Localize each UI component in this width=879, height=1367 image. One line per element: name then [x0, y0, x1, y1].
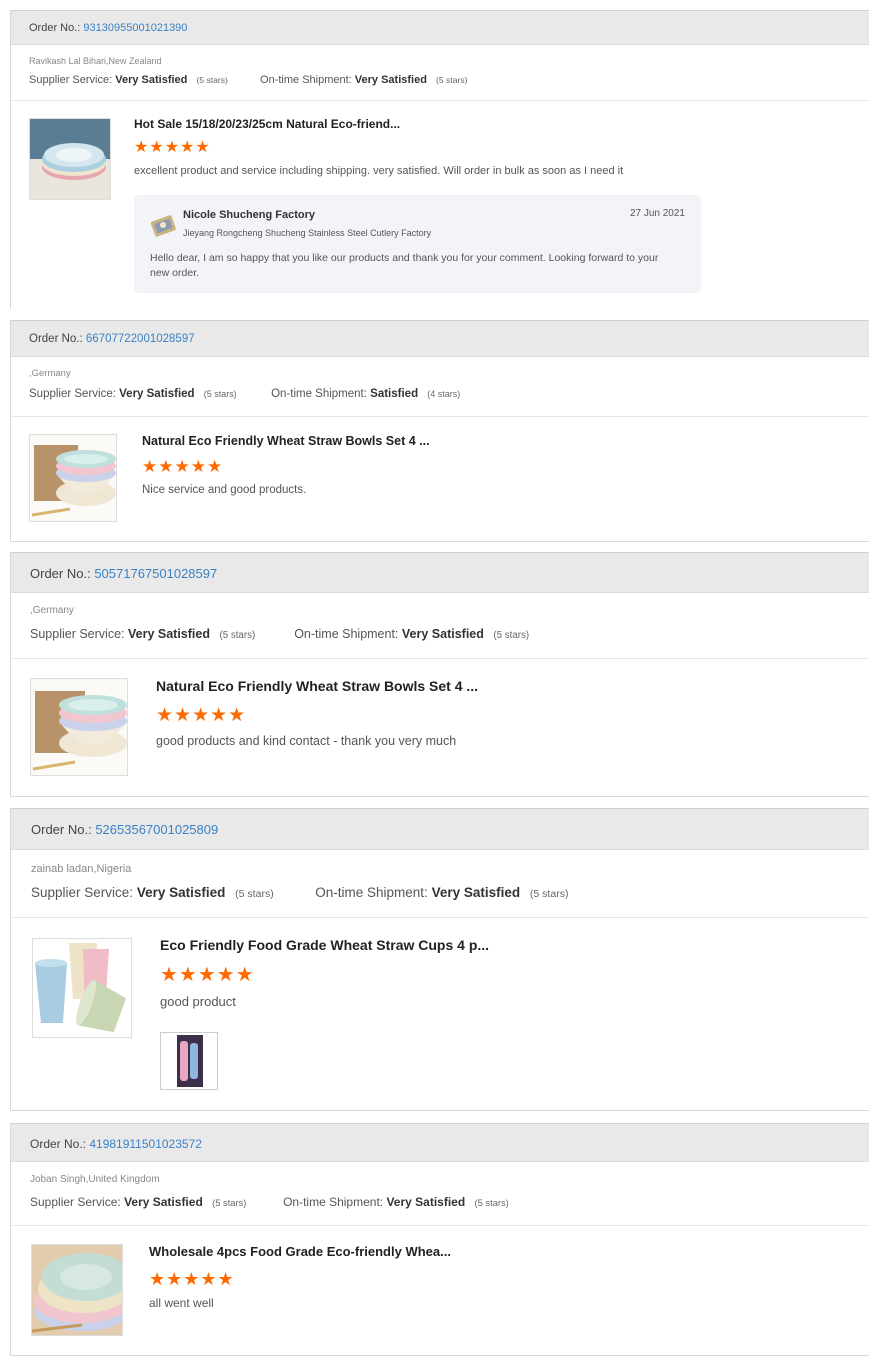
reply-text: Hello dear, I am so happy that you like … — [150, 252, 659, 279]
ratings-row: Supplier Service: Very Satisfied (5 star… — [31, 885, 568, 900]
supplier-name: Nicole Shucheng Factory — [183, 209, 316, 221]
buyer-location: ,Germany — [30, 605, 74, 616]
shipment-value: Satisfied — [370, 388, 419, 400]
star-rating: ★★★★★ — [160, 964, 255, 986]
order-number-link[interactable]: 52653567001025809 — [95, 822, 218, 837]
shipment-stars-count: (5 stars) — [493, 630, 530, 641]
plates-fan-image — [32, 1245, 122, 1335]
shipment-value: Very Satisfied — [354, 74, 427, 86]
shipment-stars-count: (5 stars) — [529, 888, 569, 900]
supplier-service-value: Very Satisfied — [124, 1195, 203, 1209]
star-rating: ★★★★★ — [134, 139, 211, 156]
order-card: Order No.: 93130955001021390 Ravikash La… — [10, 10, 869, 309]
product-thumbnail[interactable] — [29, 434, 117, 522]
supplier-service-value: Very Satisfied — [119, 388, 195, 400]
supplier-stars-count: (5 stars) — [203, 389, 237, 399]
buyer-location: Joban Singh,United Kingdom — [30, 1174, 160, 1185]
ratings-row: Supplier Service: Very Satisfied (5 star… — [30, 1195, 509, 1209]
supplier-company: Jieyang Rongcheng Shucheng Stainless Ste… — [183, 228, 432, 238]
product-title-link[interactable]: Eco Friendly Food Grade Wheat Straw Cups… — [160, 937, 489, 953]
shipment-value: Very Satisfied — [431, 885, 521, 900]
product-thumbnail[interactable] — [29, 118, 111, 200]
order-number-link[interactable]: 41981911501023572 — [89, 1137, 202, 1151]
supplier-avatar-icon — [150, 215, 176, 237]
divider — [11, 100, 869, 101]
buyer-location: ,Germany — [29, 368, 71, 379]
shipment-label: On-time Shipment: — [294, 627, 399, 641]
product-title-link[interactable]: Hot Sale 15/18/20/23/25cm Natural Eco-fr… — [134, 117, 400, 131]
product-title-link[interactable]: Wholesale 4pcs Food Grade Eco-friendly W… — [149, 1244, 451, 1259]
supplier-service-label: Supplier Service: — [29, 388, 116, 400]
shipment-label: On-time Shipment: — [283, 1195, 384, 1209]
product-thumbnail[interactable] — [31, 1244, 123, 1336]
supplier-reply: Nicole Shucheng Factory Jieyang Rongchen… — [134, 195, 701, 293]
supplier-stars-count: (5 stars) — [235, 888, 274, 900]
review-photo[interactable] — [160, 1032, 218, 1090]
order-number-link[interactable]: 66707722001028597 — [86, 333, 195, 345]
cups-image — [35, 943, 127, 1033]
supplier-service-label: Supplier Service: — [30, 1195, 121, 1209]
plates-stack-image — [30, 119, 110, 199]
order-card: Order No.: 66707722001028597 ,Germany Su… — [10, 320, 869, 542]
supplier-stars-count: (5 stars) — [219, 630, 256, 641]
order-number-link[interactable]: 93130955001021390 — [83, 22, 187, 34]
shipment-stars-count: (5 stars) — [436, 75, 468, 85]
shipment-label: On-time Shipment: — [260, 74, 352, 86]
supplier-service-label: Supplier Service: — [29, 74, 113, 86]
review-comment: good products and kind contact - thank y… — [156, 734, 457, 748]
shipment-label: On-time Shipment: — [315, 885, 428, 900]
product-thumbnail[interactable] — [32, 938, 132, 1038]
divider — [11, 1225, 869, 1226]
supplier-service-label: Supplier Service: — [30, 627, 125, 641]
shipment-stars-count: (4 stars) — [427, 389, 461, 399]
buyer-location: zainab ladan,Nigeria — [31, 863, 132, 875]
order-header: Order No.: 50571767501028597 — [11, 552, 869, 593]
supplier-service-value: Very Satisfied — [136, 885, 226, 900]
ratings-row: Supplier Service: Very Satisfied (5 star… — [29, 74, 467, 86]
order-no-label: Order No.: — [29, 333, 83, 345]
order-no-label: Order No.: — [30, 1137, 87, 1151]
customer-photo-cups — [177, 1035, 203, 1087]
divider — [11, 917, 869, 918]
supplier-service-value: Very Satisfied — [115, 74, 188, 86]
order-number-link[interactable]: 50571767501028597 — [94, 566, 217, 581]
divider — [11, 416, 869, 417]
reply-date: 27 Jun 2021 — [629, 208, 685, 219]
bowls-stack-image — [32, 691, 127, 771]
ratings-row: Supplier Service: Very Satisfied (5 star… — [29, 388, 460, 400]
bowls-stack-image — [31, 445, 116, 517]
supplier-service-value: Very Satisfied — [127, 627, 210, 641]
order-no-label: Order No.: — [29, 22, 81, 34]
buyer-location: Ravikash Lal Bihari,New Zealand — [29, 56, 162, 66]
order-card: Order No.: 52653567001025809 zainab lada… — [10, 808, 869, 1111]
star-rating: ★★★★★ — [142, 457, 224, 476]
shipment-stars-count: (5 stars) — [474, 1198, 509, 1208]
divider — [11, 658, 869, 659]
supplier-stars-count: (5 stars) — [212, 1198, 247, 1208]
order-header: Order No.: 41981911501023572 — [11, 1123, 869, 1162]
review-comment: excellent product and service including … — [134, 165, 624, 177]
product-title-link[interactable]: Natural Eco Friendly Wheat Straw Bowls S… — [142, 434, 430, 448]
product-thumbnail[interactable] — [30, 678, 128, 776]
order-card: Order No.: 50571767501028597 ,Germany Su… — [10, 552, 869, 797]
order-header: Order No.: 66707722001028597 — [11, 320, 869, 357]
star-rating: ★★★★★ — [156, 705, 247, 726]
order-header: Order No.: 52653567001025809 — [11, 808, 869, 850]
supplier-stars-count: (5 stars) — [196, 75, 228, 85]
shipment-label: On-time Shipment: — [271, 388, 367, 400]
order-no-label: Order No.: — [30, 566, 91, 581]
review-comment: Nice service and good products. — [142, 484, 307, 496]
shipment-value: Very Satisfied — [401, 627, 484, 641]
order-card: Order No.: 41981911501023572 Joban Singh… — [10, 1123, 869, 1356]
shipment-value: Very Satisfied — [386, 1195, 466, 1209]
ratings-row: Supplier Service: Very Satisfied (5 star… — [30, 627, 529, 641]
order-header: Order No.: 93130955001021390 — [11, 10, 869, 45]
product-title-link[interactable]: Natural Eco Friendly Wheat Straw Bowls S… — [156, 678, 478, 694]
star-rating: ★★★★★ — [149, 1269, 235, 1289]
order-no-label: Order No.: — [31, 822, 92, 837]
supplier-service-label: Supplier Service: — [31, 885, 134, 900]
review-comment: good product — [160, 994, 236, 1009]
review-comment: all went well — [149, 1296, 214, 1310]
